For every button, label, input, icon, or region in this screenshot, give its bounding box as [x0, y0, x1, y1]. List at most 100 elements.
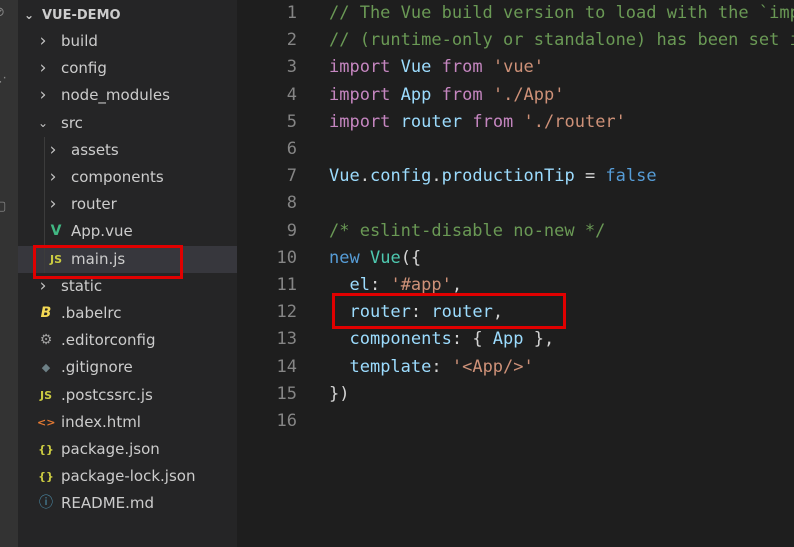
line-number: 7 — [286, 166, 297, 187]
tree-item[interactable]: › assets — [18, 137, 237, 164]
extensions-icon[interactable]: ▢ — [0, 200, 8, 214]
code-line: 5 import router from './router' — [237, 109, 794, 136]
line-number: 15 — [276, 383, 297, 404]
chevron-right-icon: › — [49, 194, 57, 215]
tree-item[interactable]: V App.vue — [18, 218, 237, 245]
tree-item[interactable]: ◆ .gitignore — [18, 354, 237, 381]
line-number: 1 — [286, 3, 297, 23]
code-line: 1 // The Vue build version to load with t… — [237, 0, 794, 27]
tree-item-label: README.md — [61, 494, 155, 513]
tree-item[interactable]: {} package.json — [18, 436, 237, 463]
line-number: 2 — [286, 30, 297, 51]
tree-item-label: package.json — [61, 440, 160, 458]
code-token: import — [329, 84, 391, 105]
code-token: '<App/>' — [451, 356, 534, 377]
code-text: import router from './router' — [329, 109, 626, 136]
line-number: 9 — [286, 220, 297, 241]
code-token: '#app' — [390, 275, 452, 295]
chevron-right-icon: › — [39, 31, 47, 51]
code-token: App — [492, 329, 524, 350]
code-line: 2 // (runtime-only or standalone) has bee… — [237, 27, 794, 54]
code-token: import — [329, 111, 391, 132]
search-icon[interactable]: ⊘ — [0, 6, 8, 20]
code-line: 15}) — [237, 381, 794, 408]
code-token: Vue — [369, 247, 401, 268]
debug-icon[interactable]: › — [0, 144, 8, 158]
tree-item[interactable]: JS .postcssrc.js — [18, 382, 237, 409]
tree-item-label: .gitignore — [61, 358, 133, 377]
code-token: config — [369, 166, 432, 187]
code-token: 'vue' — [492, 57, 545, 78]
code-token: ({ — [400, 247, 422, 268]
code-text: // (runtime-only or standalone) has been… — [329, 27, 794, 54]
code-token: // The Vue build version to load with th… — [329, 3, 794, 23]
tree-item[interactable]: B .babelrc — [18, 300, 237, 327]
code-token: : — [431, 356, 452, 377]
code-token: productionTip — [441, 166, 575, 187]
line-number: 14 — [276, 356, 297, 377]
code-line: 16 — [237, 408, 794, 435]
code-token: Vue — [400, 57, 432, 78]
code-text: // The Vue build version to load with th… — [329, 0, 794, 27]
code-token: . — [431, 166, 442, 187]
babel-icon: B — [40, 305, 52, 321]
code-editor[interactable]: 1 // The Vue build version to load with t… — [237, 0, 794, 547]
tree-item[interactable]: › components — [18, 164, 237, 191]
code-token: /* eslint-disable no-new */ — [329, 220, 606, 241]
tree-item-label: config — [61, 59, 107, 78]
tree-item-label: .postcssrc.js — [61, 385, 153, 404]
tree-item[interactable]: › router — [18, 191, 237, 218]
source-control-icon[interactable]: ⋰ — [0, 76, 8, 90]
tree-item[interactable]: ⓘ README.md — [18, 490, 237, 517]
tree-item[interactable]: <> index.html — [18, 409, 237, 436]
code-token: template — [349, 356, 432, 377]
tree-item[interactable]: ⚙ .editorconfig — [18, 327, 237, 354]
json-icon: {} — [38, 470, 54, 484]
code-token: new — [329, 247, 360, 268]
code-line: 4 import App from './App' — [237, 82, 794, 109]
chevron-right-icon: › — [39, 58, 47, 79]
code-token: }, — [523, 329, 555, 350]
code-text: new Vue({ — [329, 245, 421, 272]
code-line: 14 template: '<App/>' — [237, 354, 794, 381]
code-text: components: { App }, — [329, 326, 554, 353]
gear-icon: ⚙ — [39, 332, 53, 349]
line-number: 4 — [286, 84, 297, 105]
chevron-down-icon: ⌄ — [23, 8, 35, 22]
line-number: 10 — [276, 247, 297, 268]
explorer-root[interactable]: ⌄ VUE-DEMO — [18, 2, 237, 29]
code-token: components — [349, 329, 452, 350]
code-line: 7 Vue.config.productionTip = false — [237, 163, 794, 190]
code-token: el — [349, 275, 370, 295]
tree-item[interactable]: › node_modules — [18, 82, 237, 109]
tree-item[interactable]: › build — [18, 28, 237, 55]
code-text: }) — [329, 381, 349, 408]
tree-item[interactable]: › config — [18, 55, 237, 82]
code-text: /* eslint-disable no-new */ — [329, 218, 605, 245]
tree-item[interactable]: ⌄ src — [18, 110, 237, 137]
line-number: 6 — [286, 139, 297, 159]
tree-item-label: router — [71, 195, 117, 214]
line-number: 8 — [286, 193, 297, 214]
tree-item-label: build — [61, 32, 98, 50]
code-line: 13 components: { App }, — [237, 326, 794, 353]
line-number: 13 — [276, 329, 297, 350]
vue-icon: V — [50, 223, 62, 240]
code-token: : — [369, 275, 391, 295]
line-number: 12 — [276, 302, 297, 323]
info-icon: ⓘ — [39, 495, 53, 512]
tree-item[interactable]: {} package-lock.json — [18, 463, 237, 490]
code-line: 9 /* eslint-disable no-new */ — [237, 218, 794, 245]
code-token: . — [359, 166, 370, 187]
code-line: 10 new Vue({ — [237, 245, 794, 272]
